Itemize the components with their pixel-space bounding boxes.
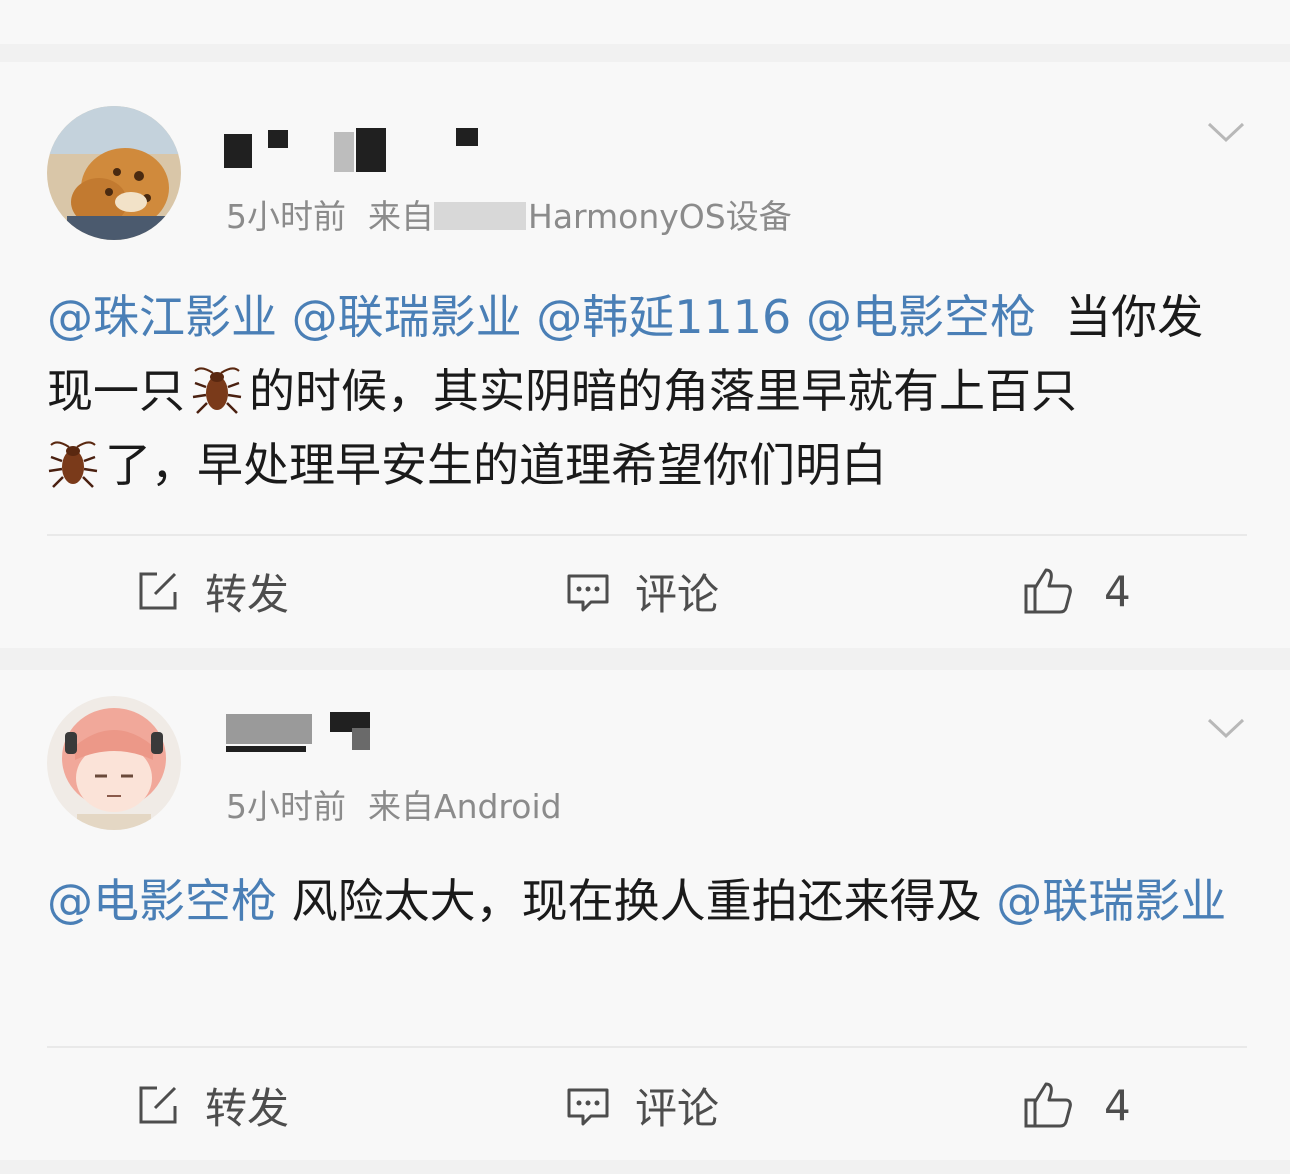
like-button[interactable]: 4 [1022,556,1131,626]
post-source-prefix: 来自 [368,197,434,236]
comment-icon [567,574,609,612]
divider [47,534,1247,536]
cockroach-emoji [192,367,242,414]
comment-button[interactable]: 评论 [565,556,719,626]
avatar[interactable] [47,696,181,830]
comment-icon [567,1088,609,1126]
blur-mask [434,202,526,230]
cockroach-emoji [48,441,98,488]
post-time: 5小时前 [226,787,346,826]
post-card: 5小时前 来自Android @电影空枪 风险太大，现在换人重拍还来得及 @联瑞影… [0,670,1290,1160]
post-source: HarmonyOS设备 [528,197,792,236]
post-source: 来自Android [368,787,562,826]
post-text: 的时候，其实阴暗的角落里早就有上百只 [249,364,1077,418]
action-bar: 转发 评论 4 [0,1070,1290,1140]
like-count: 4 [1104,1080,1131,1130]
post-text: 风险太大，现在换人重拍还来得及 [277,874,982,928]
post-text: 了，早处理早安生的道理希望你们明白 [105,438,887,492]
post-card: 5小时前 来自 HarmonyOS设备 @珠江影业 @联瑞影业 @韩延1116 @电… [0,62,1290,648]
thumb-up-icon [1024,1082,1072,1128]
mention-link[interactable]: @珠江影业 [47,290,277,344]
thumb-up-icon [1024,568,1072,614]
edit-share-icon [139,1086,177,1124]
mention-link[interactable]: @电影空枪 [47,874,277,928]
chevron-down-icon[interactable] [1206,120,1246,144]
comment-label: 评论 [635,1083,720,1133]
mention-link[interactable]: @韩延1116 [536,290,791,344]
post-meta: 5小时前 来自 HarmonyOS设备 [226,190,792,238]
divider [47,1046,1247,1048]
like-count: 4 [1104,566,1131,616]
post-content: @电影空枪 风险太大，现在换人重拍还来得及 @联瑞影业 [47,864,1247,938]
edit-share-icon [139,572,177,610]
action-bar: 转发 评论 4 [0,556,1290,626]
previous-post-bottom [0,0,1290,44]
repost-label: 转发 [205,1083,290,1133]
like-button[interactable]: 4 [1022,1070,1131,1140]
avatar[interactable] [47,106,181,240]
comment-button[interactable]: 评论 [565,1070,719,1140]
post-content: @珠江影业 @联瑞影业 @韩延1116 @电影空枪 当你发现一只 的时候，其实阴… [47,280,1247,502]
post-time: 5小时前 [226,197,346,236]
mention-link[interactable]: @联瑞影业 [292,290,522,344]
post-meta: 5小时前 来自Android [226,780,562,828]
repost-button[interactable]: 转发 [135,556,289,626]
repost-label: 转发 [205,569,290,619]
repost-button[interactable]: 转发 [135,1070,289,1140]
mention-link[interactable]: @联瑞影业 [996,874,1226,928]
comment-label: 评论 [635,569,720,619]
chevron-down-icon[interactable] [1206,716,1246,740]
mention-link[interactable]: @电影空枪 [806,290,1036,344]
